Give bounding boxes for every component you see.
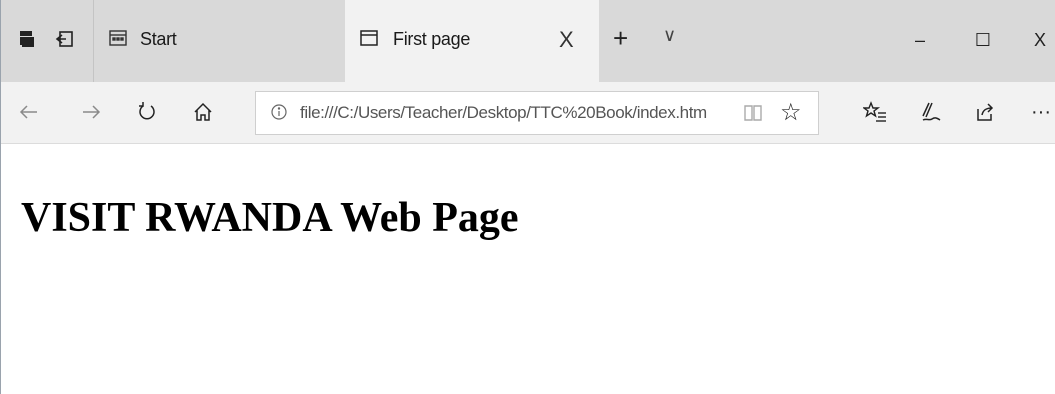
start-page-icon [108,28,128,53]
page-icon [359,28,379,53]
favorite-star-icon[interactable]: ☆ [780,98,802,127]
tab-preview-icon[interactable] [15,27,39,51]
back-button[interactable] [11,94,47,130]
navigation-bar: file:///C:/Users/Teacher/Desktop/TTC%20B… [1,82,1055,144]
set-aside-tabs-icon[interactable] [53,27,77,51]
favorites-hub-icon [863,101,886,122]
back-icon [19,105,37,119]
maximize-button[interactable]: ☐ [961,22,1005,58]
close-window-button[interactable]: X [1018,22,1055,58]
tab-first-page[interactable]: First page X [345,0,599,82]
info-icon[interactable] [270,103,288,126]
tab-start[interactable]: Start [93,0,345,82]
url-text[interactable]: file:///C:/Users/Teacher/Desktop/TTC%20B… [300,103,707,123]
share-button[interactable] [967,94,1003,130]
address-bar[interactable]: file:///C:/Users/Teacher/Desktop/TTC%20B… [255,91,819,135]
minimize-button[interactable]: – [898,22,942,58]
forward-icon [83,105,101,119]
share-icon [977,103,994,121]
more-icon: ··· [1031,100,1051,123]
forward-button[interactable] [73,94,109,130]
favorites-hub-button[interactable] [857,94,893,130]
close-tab-button[interactable]: X [559,27,574,53]
page-content: VISIT RWANDA Web Page [1,144,1055,394]
more-button[interactable]: ··· [1023,94,1055,130]
home-icon [194,102,212,121]
tab-label: Start [140,29,177,49]
home-button[interactable] [185,94,221,130]
web-note-button[interactable] [913,94,949,130]
browser-window: Start First page X + ∨ – ☐ X file:///C:/… [0,0,1055,394]
pen-icon [922,102,941,121]
refresh-button[interactable] [129,94,165,130]
reading-view-icon[interactable] [742,102,764,129]
tab-list-button[interactable]: ∨ [663,25,676,46]
refresh-icon [139,102,155,120]
page-heading: VISIT RWANDA Web Page [21,195,519,241]
tab-label: First page [393,29,471,49]
tab-strip: Start First page X + ∨ – ☐ X [1,0,1055,82]
new-tab-button[interactable]: + [613,25,628,51]
